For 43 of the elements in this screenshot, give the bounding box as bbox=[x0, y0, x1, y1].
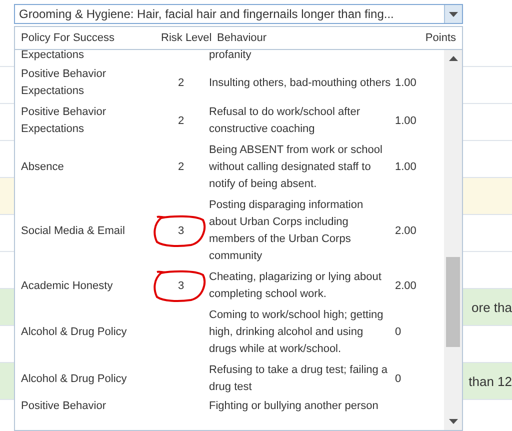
column-header: Points bbox=[424, 32, 456, 44]
behaviour-dropdown[interactable]: Grooming & Hygiene: Hair, facial hair and fingernails longer than fing... bbox=[14, 4, 463, 24]
behaviour-cell-text: Posting disparaging information about Urban Corps including members of the Urban Corps community bbox=[209, 198, 364, 264]
row-text: than 12 bbox=[468, 374, 512, 388]
policy-cell-text: Social Media & Email bbox=[21, 224, 126, 238]
policy-cell-text: Alcohol & Drug Policy bbox=[21, 325, 128, 340]
caret-down-icon bbox=[448, 419, 458, 424]
policy-cell-text: Academic Honesty bbox=[21, 278, 114, 294]
risk-level-cell-text: 3 bbox=[178, 224, 184, 238]
behaviour-cell-text: Cheating, plagarizing or lying about completing school work. bbox=[209, 270, 382, 302]
behaviour-cell-text: Insulting others, bad-mouthing others bbox=[209, 76, 392, 90]
behaviour-cell-text: Refusing to take a drug test; failing a drug test bbox=[209, 363, 389, 395]
points-cell-text: 2.00 bbox=[395, 278, 418, 294]
scrollbar[interactable] bbox=[444, 50, 462, 430]
points-cell-text: 1.00 bbox=[395, 160, 418, 175]
points-cell-text: 1.00 bbox=[395, 76, 418, 90]
row-text: ore tha bbox=[472, 300, 512, 314]
column-header: Behaviour bbox=[217, 32, 268, 44]
policy-cell-text: Alcohol & Drug Policy bbox=[21, 372, 128, 386]
policy-cell-text: Positive Behavior Expectations bbox=[21, 105, 107, 137]
column-header: Risk Level bbox=[161, 32, 213, 44]
policy-cell-text: Expectations bbox=[21, 50, 85, 63]
points-cell-text: 0 bbox=[395, 372, 402, 386]
scroll-thumb[interactable] bbox=[446, 257, 460, 347]
points-cell-text: 1.00 bbox=[395, 114, 418, 128]
policy-cell-text: Positive Behavior bbox=[21, 399, 107, 414]
behaviour-cell-text: Being ABSENT from work or school without calling designated staff to notify of being absent. bbox=[209, 143, 384, 192]
behaviour-cell-text: profanity bbox=[209, 50, 252, 63]
policy-cell-text: Absence bbox=[21, 160, 65, 175]
risk-level-cell-text: 3 bbox=[178, 278, 184, 294]
points-cell-text: 2.00 bbox=[395, 224, 418, 238]
caret-icon bbox=[449, 12, 458, 16]
policy-cell-text: Positive Behavior Expectations bbox=[21, 67, 107, 99]
column-header: Policy For Success bbox=[21, 32, 116, 44]
risk-level-cell-text: 2 bbox=[178, 160, 184, 175]
dropdown-button[interactable] bbox=[444, 5, 462, 23]
risk-level-cell-text: 2 bbox=[178, 76, 184, 90]
behaviour-cell-text: Fighting or bullying another person bbox=[209, 399, 380, 414]
behaviour-cell-text: Coming to work/school high; getting high, drinking alcohol and using drugs while at work/school. bbox=[209, 308, 384, 357]
behaviour-cell-text: Refusal to do work/school after constructive coaching bbox=[209, 105, 362, 137]
caret-up-icon bbox=[448, 56, 458, 61]
points-cell-text: 0 bbox=[395, 325, 402, 340]
risk-level-cell-text: 2 bbox=[178, 114, 184, 128]
